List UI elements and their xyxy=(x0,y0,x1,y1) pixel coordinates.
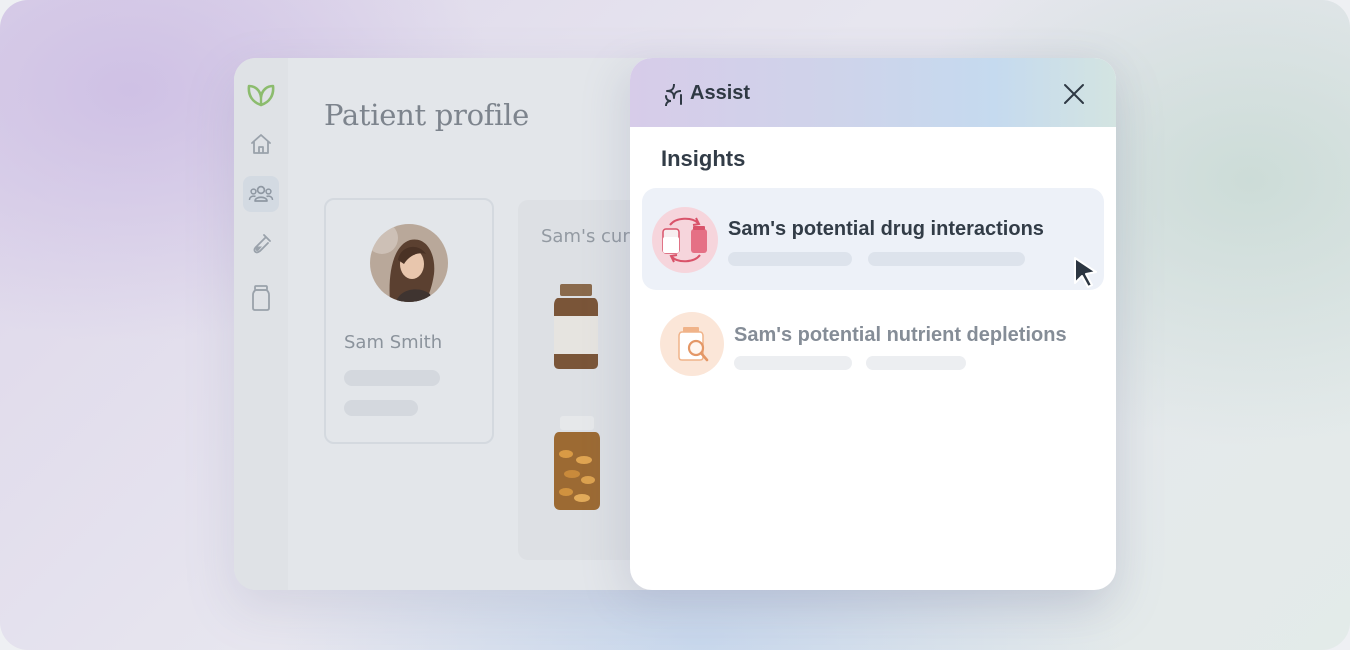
users-icon xyxy=(248,185,274,202)
medicine-bottle-icon xyxy=(554,284,598,369)
insight-nutrient-depletions[interactable]: Sam's potential nutrient depletions xyxy=(642,294,1104,396)
insights-heading: Insights xyxy=(661,146,746,171)
placeholder-line xyxy=(344,370,440,386)
drug-interactions-icon xyxy=(652,207,718,273)
assist-sparkle-icon xyxy=(665,83,682,106)
insight-label: Sam's potential nutrient depletions xyxy=(734,324,1067,346)
patient-card[interactable]: Sam Smith xyxy=(324,198,494,444)
placeholder-line xyxy=(344,400,418,416)
insight-drug-interactions[interactable]: Sam's potential drug interactions xyxy=(642,188,1104,290)
patient-name: Sam Smith xyxy=(344,332,443,353)
supplement-bottle-icon xyxy=(554,416,600,510)
assist-title: Assist xyxy=(690,82,751,104)
placeholder-pill xyxy=(868,252,1025,266)
placeholder-pill xyxy=(728,252,852,266)
mouse-cursor-icon xyxy=(1074,257,1097,288)
close-button[interactable] xyxy=(1058,78,1090,110)
leaf-logo-icon xyxy=(247,84,275,107)
sidebar-item-patients[interactable] xyxy=(243,176,279,212)
sidebar-item-labs[interactable] xyxy=(243,226,279,262)
avatar xyxy=(370,224,448,302)
nutrient-depletion-icon xyxy=(660,312,724,376)
assist-header: Assist xyxy=(630,58,1116,127)
page-title: Patient profile xyxy=(324,98,529,132)
home-icon xyxy=(251,134,271,154)
test-tube-icon xyxy=(253,234,271,254)
sidebar xyxy=(234,58,288,590)
sidebar-item-supplements[interactable] xyxy=(243,280,279,316)
placeholder-pill xyxy=(734,356,852,370)
close-icon xyxy=(1064,84,1084,104)
placeholder-pill xyxy=(866,356,966,370)
insight-label: Sam's potential drug interactions xyxy=(728,218,1044,240)
assist-panel: Assist Insights Sam's potential drug int… xyxy=(630,58,1116,590)
sidebar-item-home[interactable] xyxy=(243,126,279,162)
medicine-jar-icon xyxy=(252,285,270,311)
